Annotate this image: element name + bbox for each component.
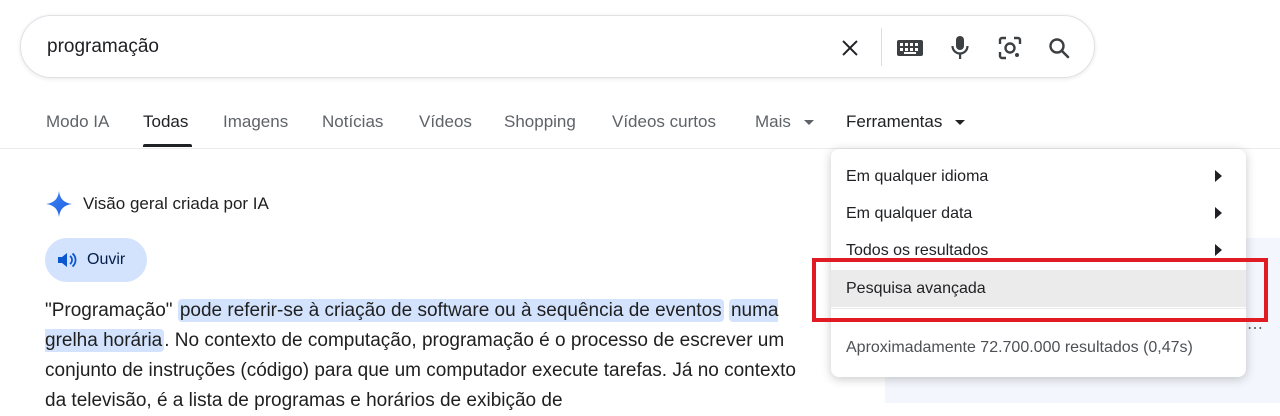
tab-modo-ia[interactable]: Modo IA <box>46 112 109 132</box>
tab-noticias[interactable]: Notícias <box>322 112 383 132</box>
search-bar: programação <box>20 15 1095 78</box>
menu-item-label: Em qualquer data <box>846 204 973 222</box>
ai-overview-header: Visão geral criada por IA <box>45 190 269 218</box>
listen-label: Ouvir <box>87 251 126 268</box>
tools-label: Ferramentas <box>846 112 943 131</box>
tools-button[interactable]: Ferramentas <box>846 112 966 132</box>
chevron-right-icon <box>1215 244 1222 256</box>
tab-videos[interactable]: Vídeos <box>419 112 472 132</box>
ai-overview-title: Visão geral criada por IA <box>83 194 269 213</box>
caret-down-icon <box>955 119 966 125</box>
tab-mais[interactable]: Mais <box>755 112 814 132</box>
tab-shopping[interactable]: Shopping <box>504 112 576 132</box>
microphone-icon <box>951 35 969 59</box>
tab-mais-label: Mais <box>755 112 791 131</box>
ai-text-highlight[interactable]: pode referir-se à criação de software ou… <box>177 299 724 322</box>
results-stats: Aproximadamente 72.700.000 resultados (0… <box>846 339 1193 356</box>
ai-text-prefix: "Programação" <box>45 300 178 321</box>
ai-overview-text: "Programação" pode referir-se à criação … <box>45 296 815 416</box>
tab-todas[interactable]: Todas <box>143 112 188 132</box>
listen-button[interactable]: Ouvir <box>45 238 147 282</box>
close-icon <box>842 40 858 55</box>
chevron-right-icon <box>1215 207 1222 219</box>
speaker-icon <box>58 252 77 268</box>
active-tab-indicator <box>143 144 192 147</box>
tab-videos-curtos[interactable]: Vídeos curtos <box>612 112 716 132</box>
chevron-right-icon <box>1215 170 1222 182</box>
search-input[interactable]: programação <box>47 36 159 58</box>
virtual-keyboard-button[interactable] <box>893 16 927 79</box>
search-button[interactable] <box>1042 16 1076 79</box>
menu-item-label: Todos os resultados <box>846 241 989 259</box>
camera-lens-icon <box>998 36 1022 59</box>
search-divider <box>881 28 882 66</box>
search-icon <box>1049 37 1070 58</box>
menu-item-label: Em qualquer idioma <box>846 167 989 185</box>
gemini-sparkle-icon <box>46 191 72 217</box>
caret-down-icon <box>803 119 814 125</box>
tab-imagens[interactable]: Imagens <box>223 112 288 132</box>
search-tabs: Modo IA Todas Imagens Notícias Vídeos Sh… <box>0 100 1280 148</box>
highlight-annotation-box <box>812 258 1268 322</box>
clear-search-button[interactable] <box>833 16 867 79</box>
menu-item-language[interactable]: Em qualquer idioma <box>831 158 1246 195</box>
keyboard-icon <box>897 39 923 56</box>
voice-search-button[interactable] <box>943 16 977 79</box>
menu-item-date[interactable]: Em qualquer data <box>831 195 1246 232</box>
lens-search-button[interactable] <box>993 16 1027 79</box>
